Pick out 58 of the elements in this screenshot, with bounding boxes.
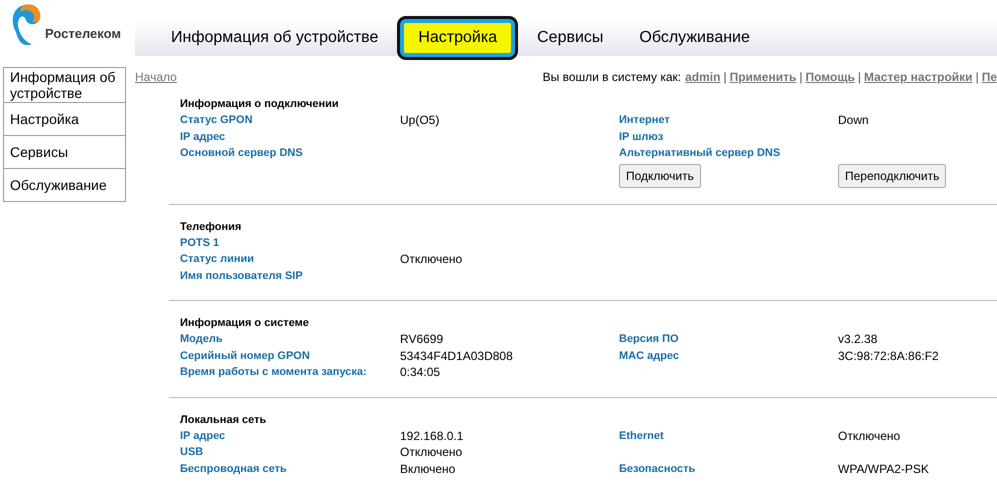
field-value: Отключено bbox=[838, 428, 902, 444]
home-link[interactable]: Начало bbox=[135, 68, 177, 86]
header-link[interactable]: Помощь bbox=[805, 68, 855, 86]
field-value: 0:34:05 bbox=[400, 364, 442, 380]
field-label: Статус линии bbox=[180, 253, 254, 265]
section-title: Информация о подключении bbox=[180, 97, 340, 112]
field-value: Отключено bbox=[400, 444, 464, 460]
field-label: Основной сервер DNS bbox=[180, 147, 303, 159]
separator: | bbox=[976, 69, 979, 86]
field-label: Ethernet bbox=[619, 430, 664, 442]
field-label: Альтернативный сервер DNS bbox=[619, 147, 780, 159]
separator: | bbox=[799, 69, 802, 86]
field-label: Версия ПО bbox=[619, 333, 679, 345]
field-value: 53434F4D1A03D808 bbox=[400, 348, 514, 364]
section-title: Информация о системе bbox=[180, 316, 310, 331]
separator: | bbox=[723, 69, 727, 86]
field-value: v3.2.38 bbox=[838, 331, 878, 348]
header-link[interactable]: admin bbox=[685, 68, 720, 86]
field-label: IP шлюз bbox=[619, 130, 664, 142]
header-link[interactable]: Мастер настройки bbox=[864, 68, 973, 86]
nav-tab[interactable]: Настройка bbox=[400, 19, 516, 57]
field-label: Время работы с момента запуска: bbox=[180, 366, 367, 378]
sidebar-item[interactable]: Настройка bbox=[3, 102, 126, 136]
field-label: Имя пользователя SIP bbox=[180, 270, 303, 282]
field-label: Статус GPON bbox=[180, 114, 253, 126]
field-label: Серийный номер GPON bbox=[180, 350, 310, 362]
sidebar-item[interactable]: Сервисы bbox=[3, 135, 126, 169]
field-label: Безопасность bbox=[619, 462, 696, 474]
sidebar-item[interactable]: Информация об устройстве bbox=[3, 67, 126, 103]
nav-tab[interactable]: Обслуживание bbox=[625, 23, 764, 53]
field-value: 192.168.0.1 bbox=[400, 428, 464, 444]
header-link[interactable]: Применить bbox=[730, 68, 796, 86]
field-label: IP адрес bbox=[180, 430, 226, 442]
section-title: Телефония bbox=[180, 220, 242, 234]
logo-text: Ростелеком bbox=[45, 25, 121, 43]
sidebar-item[interactable]: Обслуживание bbox=[3, 168, 126, 202]
nav-tab[interactable]: Информация об устройстве bbox=[157, 23, 392, 53]
field-value: 3C:98:72:8A:86:F2 bbox=[838, 348, 940, 364]
field-value: Down bbox=[838, 112, 870, 128]
header-link[interactable]: Пе bbox=[982, 68, 997, 86]
field-label: MAC адрес bbox=[619, 350, 680, 362]
login-label: Вы вошли в систему как: bbox=[542, 69, 682, 86]
action-button[interactable]: Подключить bbox=[619, 164, 701, 188]
field-value: WPA/WPA2-PSK bbox=[838, 460, 930, 477]
field-label: IP адрес bbox=[180, 130, 226, 142]
field-value: Отключено bbox=[400, 251, 464, 268]
field-value: RV6699 bbox=[400, 331, 444, 348]
field-label: Интернет bbox=[619, 114, 670, 126]
section-title: Локальная сеть bbox=[180, 412, 268, 428]
separator: | bbox=[858, 69, 861, 86]
field-label: USB bbox=[180, 446, 204, 458]
action-button[interactable]: Переподключить bbox=[838, 164, 946, 188]
field-value: Up(O5) bbox=[400, 112, 440, 128]
nav-tab[interactable]: Сервисы bbox=[523, 23, 618, 53]
field-label: Беспроводная сеть bbox=[180, 462, 287, 474]
field-value: Включено bbox=[400, 460, 456, 477]
field-label: POTS 1 bbox=[180, 236, 220, 248]
field-label: Модель bbox=[180, 333, 223, 345]
